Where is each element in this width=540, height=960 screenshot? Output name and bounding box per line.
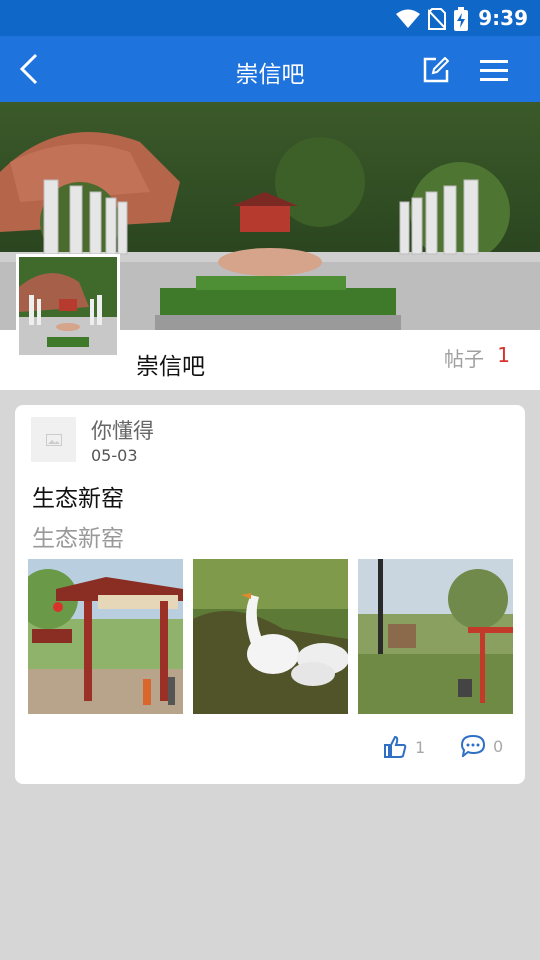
battery-charging-icon [454, 7, 468, 31]
thumbs-up-icon [384, 735, 407, 758]
posts-count: 1 [497, 343, 510, 367]
no-sim-icon [428, 8, 446, 30]
post-photo-gate[interactable] [28, 559, 183, 714]
post-summary: 生态新窑 [32, 526, 124, 552]
compose-button[interactable] [416, 50, 456, 90]
comment-icon [461, 735, 485, 757]
post-photo-geese[interactable] [193, 559, 348, 714]
post-date: 05-03 [91, 446, 138, 465]
author-name[interactable]: 你懂得 [91, 415, 154, 445]
post-card[interactable]: 你懂得 05-03 生态新窑 生态新窑 1 0 [15, 405, 525, 784]
wifi-icon [396, 9, 420, 28]
status-bar: 9:39 [0, 0, 540, 36]
status-icons [396, 7, 468, 31]
edit-icon [423, 57, 449, 83]
image-placeholder-icon [45, 433, 62, 446]
like-count: 1 [415, 737, 426, 757]
like-button[interactable]: 1 [383, 735, 425, 759]
forum-name: 崇信吧 [136, 354, 205, 380]
author-avatar[interactable] [31, 417, 76, 462]
menu-button[interactable] [474, 50, 514, 90]
posts-label: 帖子 [444, 347, 484, 371]
app-bar: 崇信吧 [0, 36, 540, 102]
forum-avatar [16, 254, 120, 358]
post-photo-village[interactable] [358, 559, 513, 714]
comment-button[interactable]: 0 [461, 735, 503, 757]
comment-count: 0 [493, 736, 504, 756]
status-time: 9:39 [478, 6, 528, 30]
page-title: 崇信吧 [235, 62, 305, 88]
post-title[interactable]: 生态新窑 [32, 479, 124, 513]
hamburger-icon [480, 60, 508, 81]
